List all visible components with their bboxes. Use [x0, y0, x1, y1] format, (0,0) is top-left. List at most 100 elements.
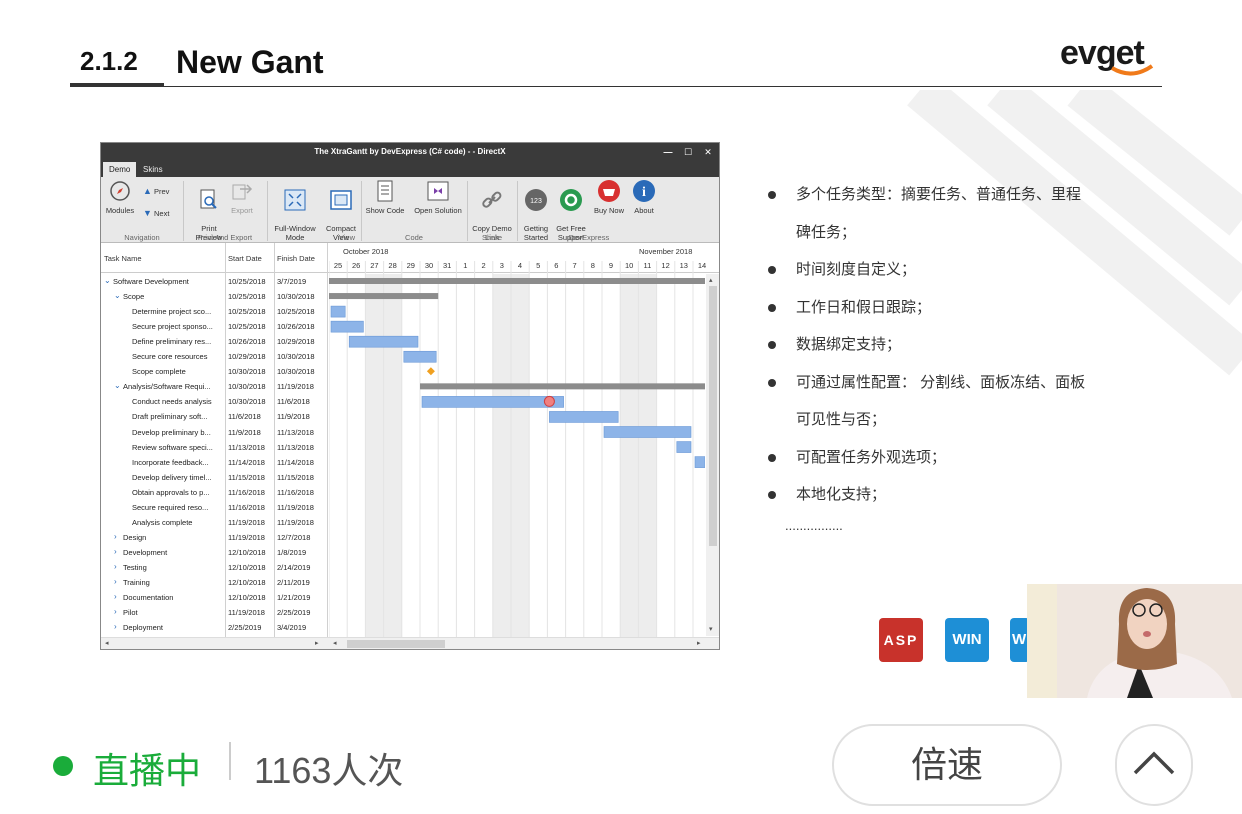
- expand-toggle-icon[interactable]: ⌄: [104, 276, 111, 285]
- minimize-icon[interactable]: —: [661, 145, 675, 159]
- task-name: Development: [123, 547, 168, 557]
- tab-skins[interactable]: Skins: [137, 162, 169, 177]
- feature-item: 多个任务类型：摘要任务、普通任务、里程: [764, 176, 1124, 214]
- horizontal-scroll-thumb[interactable]: [347, 640, 445, 648]
- task-name: Deployment: [123, 623, 164, 633]
- weekend-shading[interactable]: [638, 274, 657, 637]
- buy-now-button[interactable]: Buy Now: [591, 179, 627, 215]
- ribbon-separator: [517, 181, 518, 241]
- expand-toggle-icon[interactable]: ›: [114, 532, 117, 541]
- expand-toggle-icon[interactable]: ⌄: [114, 291, 121, 300]
- task-bar[interactable]: [421, 396, 564, 408]
- feature-text: 工作日和假日跟踪；: [796, 298, 932, 316]
- bullet-dot: [768, 266, 776, 274]
- feature-item: 可通过属性配置： 分割线、面板冻结、面板: [764, 364, 1124, 402]
- bullet-dot: [768, 491, 776, 499]
- prev-button[interactable]: ▲ Prev: [143, 187, 179, 197]
- feature-list: 多个任务类型：摘要任务、普通任务、里程 碑任务； 时间刻度自定义； 工作日和假日跟踪；…: [764, 176, 1124, 514]
- expand-toggle-icon[interactable]: ›: [114, 622, 117, 631]
- chart-scroll-left-icon[interactable]: ◂: [333, 639, 337, 647]
- task-finish-date: 11/6/2018: [277, 397, 310, 407]
- xtragantt-window: The XtraGantt by DevExpress (C# code) - …: [100, 142, 720, 650]
- group-share: Share: [481, 233, 502, 242]
- task-bar[interactable]: [676, 441, 692, 453]
- task-name: Documentation: [123, 593, 174, 603]
- feature-text: 时间刻度自定义；: [796, 261, 917, 278]
- scroll-up-icon[interactable]: ▴: [709, 276, 713, 284]
- column-task-name[interactable]: Task Name: [104, 254, 142, 263]
- next-button[interactable]: ▼ Next: [143, 208, 179, 219]
- show-code-button[interactable]: Show Code: [363, 179, 407, 215]
- task-finish-date: 3/4/2019: [277, 623, 307, 633]
- export-button[interactable]: Export: [227, 179, 257, 215]
- asp-badge[interactable]: ASP: [879, 618, 923, 662]
- weekend-shading[interactable]: [492, 274, 511, 637]
- expand-toggle-icon[interactable]: ›: [114, 607, 117, 616]
- open-solution-button[interactable]: Open Solution: [411, 179, 465, 215]
- down-triangle-icon: ▼: [143, 208, 152, 218]
- expand-toggle-icon[interactable]: ›: [114, 592, 117, 601]
- tab-demo[interactable]: Demo: [103, 162, 137, 177]
- task-finish-date: 10/30/2018: [277, 292, 315, 302]
- collapse-button[interactable]: [1115, 724, 1193, 806]
- group-navigation: Navigation: [124, 233, 160, 242]
- task-bar[interactable]: [330, 320, 364, 333]
- task-bar[interactable]: [403, 350, 437, 363]
- task-name: Draft preliminary soft...: [132, 412, 208, 422]
- task-bar[interactable]: [330, 305, 346, 318]
- modules-button[interactable]: Modules: [103, 179, 137, 215]
- weekend-shading[interactable]: [511, 274, 530, 637]
- link-icon: [482, 191, 502, 208]
- scroll-left-icon[interactable]: ◂: [105, 639, 109, 647]
- task-start-date: 10/29/2018: [228, 352, 266, 362]
- summary-bar[interactable]: [420, 383, 705, 390]
- playback-speed-button[interactable]: 倍速: [832, 724, 1062, 806]
- task-bar[interactable]: [549, 411, 619, 423]
- task-start-date: 11/16/2018: [228, 487, 265, 497]
- weekend-shading[interactable]: [365, 274, 384, 637]
- task-finish-date: 11/19/2018: [277, 502, 314, 512]
- expand-toggle-icon[interactable]: ›: [114, 577, 117, 586]
- column-start-date[interactable]: Start Date: [228, 254, 262, 263]
- getting-started-icon: 123: [525, 189, 547, 211]
- milestone-marker[interactable]: [426, 367, 435, 376]
- task-finish-date: 11/14/2018: [277, 457, 314, 467]
- expand-toggle-icon[interactable]: ›: [114, 547, 117, 556]
- scroll-down-icon[interactable]: ▾: [709, 625, 713, 633]
- expand-toggle-icon[interactable]: ⌄: [114, 381, 121, 390]
- task-name: Develop preliminary b...: [132, 427, 211, 437]
- expand-toggle-icon[interactable]: ›: [114, 562, 117, 571]
- task-finish-date: 11/19/2018: [277, 382, 314, 392]
- group-code: Code: [405, 233, 423, 242]
- window-titlebar: The XtraGantt by DevExpress (C# code) - …: [101, 143, 719, 161]
- task-bar[interactable]: [694, 456, 705, 468]
- bullet-dot: [768, 191, 776, 199]
- task-bar[interactable]: [348, 335, 419, 348]
- weekend-shading[interactable]: [620, 274, 639, 637]
- feature-text: 本地化支持；: [796, 486, 887, 503]
- scroll-right-icon[interactable]: ▸: [315, 639, 319, 647]
- summary-bar[interactable]: [329, 278, 705, 284]
- task-start-date: 11/19/2018: [228, 532, 265, 542]
- task-finish-date: 11/19/2018: [277, 517, 314, 527]
- task-finish-date: 10/30/2018: [277, 367, 315, 377]
- compass-icon: [110, 181, 130, 201]
- weekend-shading[interactable]: [383, 274, 402, 637]
- bullet-dot: [768, 378, 776, 387]
- task-finish-date: 11/16/2018: [277, 487, 314, 497]
- task-bar[interactable]: [603, 426, 692, 438]
- summary-bar[interactable]: [329, 293, 439, 300]
- chart-scroll-right-icon[interactable]: ▸: [697, 639, 701, 647]
- maximize-icon[interactable]: ☐: [681, 145, 695, 159]
- column-finish-date[interactable]: Finish Date: [277, 254, 315, 263]
- header-divider: [70, 86, 1162, 87]
- close-icon[interactable]: ✕: [701, 145, 715, 159]
- win-badge[interactable]: WIN: [945, 618, 989, 662]
- export-label: Export: [231, 206, 253, 215]
- drag-handle-icon[interactable]: [543, 395, 555, 407]
- fullscreen-icon: [284, 189, 306, 211]
- task-start-date: 10/30/2018: [228, 397, 266, 407]
- about-button[interactable]: i About: [629, 179, 659, 215]
- vertical-scroll-thumb[interactable]: [709, 286, 717, 546]
- task-start-date: 11/19/2018: [228, 517, 265, 527]
